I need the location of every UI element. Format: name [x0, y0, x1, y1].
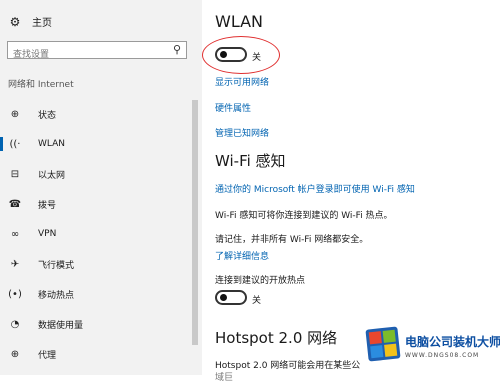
security-note: 请记住，并非所有 Wi-Fi 网络都安全。 — [215, 235, 369, 245]
hotspot2-description: Hotspot 2.0 网络可能会用在某些公 — [215, 361, 361, 371]
sidebar-item-hotspot[interactable]: (•) 移动热点 — [0, 279, 192, 309]
watermark-url: WWW.DNGS08.COM — [405, 352, 480, 359]
manage-networks-link[interactable]: 管理已知网络 — [215, 126, 269, 139]
sidebar-nav: ⊕ 状态 ((· WLAN ⊟ 以太网 ☎ 拨号 ∞ VPN ✈ 飞行模式 (•… — [0, 99, 192, 369]
data-usage-icon: ◔ — [10, 318, 20, 330]
sidebar-item-label: 代理 — [38, 350, 57, 361]
sidebar: ⚙ 主页 ⚲ 网络和 Internet ⊕ 状态 ((· WLAN ⊟ 以太网 … — [0, 0, 202, 375]
sidebar-item-wlan[interactable]: ((· WLAN — [0, 129, 192, 159]
sidebar-item-ethernet[interactable]: ⊟ 以太网 — [0, 159, 192, 189]
hardware-properties-link[interactable]: 硬件属性 — [215, 101, 251, 114]
sidebar-item-label: 数据使用量 — [38, 320, 84, 331]
sidebar-item-dialup[interactable]: ☎ 拨号 — [0, 189, 192, 219]
sidebar-item-label: WLAN — [38, 139, 66, 149]
sidebar-item-status[interactable]: ⊕ 状态 — [0, 99, 192, 129]
sidebar-item-label: 拨号 — [38, 200, 57, 211]
sidebar-item-label: 以太网 — [38, 170, 66, 181]
globe-icon: ⊕ — [10, 108, 20, 120]
vpn-icon: ∞ — [10, 228, 20, 240]
sidebar-item-label: VPN — [38, 229, 57, 239]
show-networks-link[interactable]: 显示可用网络 — [215, 75, 269, 88]
sidebar-item-airplane[interactable]: ✈ 飞行模式 — [0, 249, 192, 279]
active-marker — [0, 137, 3, 151]
wifi-sense-title: Wi-Fi 感知 — [215, 152, 286, 170]
microsoft-account-link[interactable]: 通过你的 Microsoft 帐户登录即可使用 Wi-Fi 感知 — [215, 182, 415, 195]
airplane-icon: ✈ — [10, 258, 20, 270]
search-icon[interactable]: ⚲ — [173, 43, 181, 56]
search-box[interactable]: ⚲ — [7, 41, 187, 63]
watermark-text: 电脑公司装机大师 — [405, 335, 500, 349]
hotspot2-title: Hotspot 2.0 网络 — [215, 329, 338, 347]
open-hotspots-toggle[interactable] — [215, 290, 247, 305]
watermark-logo — [365, 326, 401, 362]
open-hotspots-state: 关 — [252, 296, 262, 306]
hotspot-icon: (•) — [8, 288, 22, 300]
annotation-circle — [202, 36, 280, 74]
wifi-sense-description: Wi-Fi 感知可将你连接到建议的 Wi-Fi 热点。 — [215, 211, 393, 221]
dialup-icon: ☎ — [8, 198, 22, 210]
sidebar-item-label: 状态 — [38, 110, 57, 121]
sidebar-item-proxy[interactable]: ⊕ 代理 — [0, 339, 192, 369]
proxy-icon: ⊕ — [10, 348, 20, 360]
sidebar-item-label: 飞行模式 — [38, 260, 75, 271]
home-link[interactable]: ⚙ 主页 — [8, 14, 52, 30]
sidebar-scrollbar[interactable] — [192, 100, 198, 345]
ethernet-icon: ⊟ — [10, 168, 20, 180]
toggle-knob — [220, 294, 227, 301]
learn-more-link[interactable]: 了解详细信息 — [215, 249, 269, 262]
sidebar-item-vpn[interactable]: ∞ VPN — [0, 219, 192, 249]
sidebar-item-data-usage[interactable]: ◔ 数据使用量 — [0, 309, 192, 339]
section-header: 网络和 Internet — [8, 80, 74, 90]
sidebar-item-label: 移动热点 — [38, 290, 75, 301]
home-label: 主页 — [32, 18, 52, 29]
open-hotspots-label: 连接到建议的开放热点 — [215, 276, 306, 286]
gear-icon: ⚙ — [9, 14, 21, 29]
wifi-icon: ((· — [9, 138, 21, 150]
search-input[interactable] — [8, 47, 163, 63]
hotspot2-description-cont: 域巨 — [215, 373, 234, 383]
page-title: WLAN — [215, 12, 264, 31]
